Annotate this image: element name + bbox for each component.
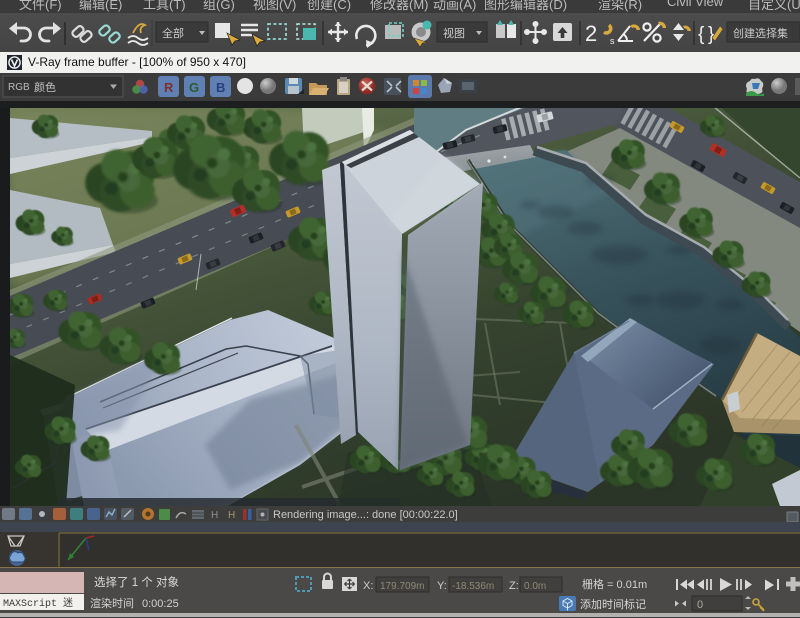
svg-text:视图: 视图: [443, 26, 465, 40]
svg-text:颜色: 颜色: [34, 80, 56, 94]
svg-text:创建选择集: 创建选择集: [733, 26, 788, 40]
svg-text:-18.536m: -18.536m: [452, 581, 494, 592]
svg-text:B: B: [216, 80, 225, 95]
svg-text:Z:: Z:: [509, 580, 519, 592]
svg-text:H: H: [211, 510, 218, 521]
svg-text:添加时间标记: 添加时间标记: [580, 597, 646, 611]
svg-text:Rendering image...: done [00:0: Rendering image...: done [00:00:22.0]: [273, 509, 458, 521]
svg-text:179.709m: 179.709m: [380, 581, 424, 592]
svg-text:0:00:25: 0:00:25: [142, 598, 179, 610]
svg-text:X:: X:: [363, 580, 373, 592]
svg-text:0: 0: [697, 599, 703, 611]
svg-text:2: 2: [585, 21, 597, 46]
svg-text:栅格 = 0.01m: 栅格 = 0.01m: [582, 577, 647, 591]
svg-text:渲染时间: 渲染时间: [90, 596, 134, 610]
svg-text:Y:: Y:: [437, 580, 447, 592]
svg-text:H: H: [228, 510, 235, 521]
svg-text:s: s: [610, 36, 615, 46]
svg-text:R: R: [164, 80, 174, 95]
svg-text:选择了 1 个 对象: 选择了 1 个 对象: [94, 575, 179, 589]
svg-text:0.0m: 0.0m: [524, 581, 546, 592]
svg-text:{: {: [698, 24, 705, 45]
svg-text:}: }: [708, 24, 714, 45]
svg-text:RGB: RGB: [8, 82, 30, 93]
svg-text:全部: 全部: [162, 26, 184, 40]
svg-text:MAXScript 迷: MAXScript 迷: [3, 597, 73, 610]
svg-text:G: G: [189, 80, 199, 95]
